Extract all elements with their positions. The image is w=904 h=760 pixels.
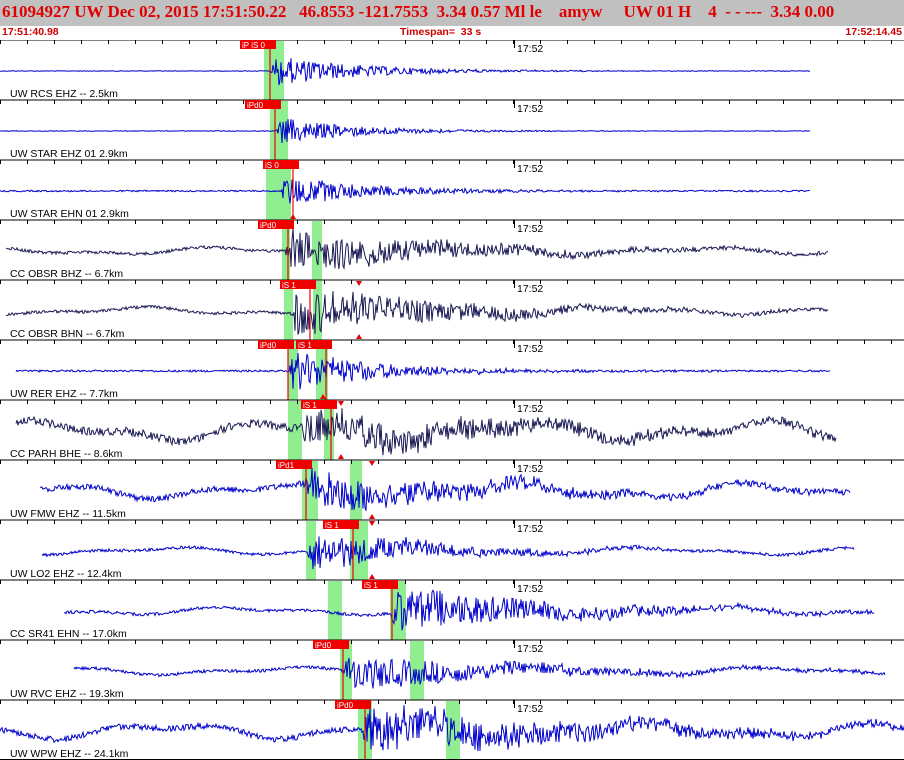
pick-flag-label: iS 0: [265, 161, 279, 170]
minute-marker-label: 17:52: [517, 463, 543, 475]
channel-label: UW RCS EHZ -- 2.5km: [10, 88, 118, 100]
minute-marker-label: 17:52: [517, 223, 543, 235]
pick-window: [328, 581, 342, 640]
waveform-trace: [41, 536, 855, 570]
pick-flag-label: iPd0: [337, 701, 354, 710]
pick-triangle-top: [356, 281, 362, 286]
minute-marker-label: 17:52: [517, 403, 543, 415]
channel-label: CC OBSR BHN -- 6.7km: [10, 328, 125, 340]
minute-marker-label: 17:52: [517, 283, 543, 295]
minute-marker-label: 17:52: [517, 103, 543, 115]
pick-triangle-bottom: [369, 574, 375, 579]
pick-flag-label: iPd0: [315, 641, 332, 650]
timespan-label: Timespan= 33 s: [400, 26, 482, 38]
waveform-trace: [73, 657, 886, 689]
waveform-trace: [6, 228, 829, 271]
waveform-trace: [0, 179, 811, 204]
pick-flag-label: iPd0: [260, 221, 277, 230]
channel-label: CC PARH BHE -- 8.6km: [10, 448, 123, 460]
pick-flag-label: iS 1: [325, 521, 339, 530]
channel-label: UW RER EHZ -- 7.7km: [10, 388, 118, 400]
waveform-trace: [63, 589, 875, 631]
minute-marker-label: 17:52: [517, 43, 543, 55]
channel-label: CC OBSR BHZ -- 6.7km: [10, 268, 123, 280]
channel-label: UW RVC EHZ -- 19.3km: [10, 688, 124, 700]
pick-flag-label: iS 1: [298, 341, 312, 350]
pick-flag-label: iP iS 0: [242, 41, 266, 50]
waveform-trace: [15, 408, 837, 456]
waveform-trace: [0, 119, 811, 144]
waveform-trace: [5, 291, 829, 335]
pick-flag-label: iPd1: [278, 461, 295, 470]
waveform-trace: [15, 352, 831, 390]
minute-marker-label: 17:52: [517, 703, 543, 715]
minute-marker-label: 17:52: [517, 343, 543, 355]
event-title: 61094927 UW Dec 02, 2015 17:51:50.22 46.…: [2, 2, 835, 21]
channel-label: UW STAR EHZ 01 2.9km: [10, 148, 128, 160]
pick-flag-label: iS 1: [364, 581, 378, 590]
event-header-bar: 61094927 UW Dec 02, 2015 17:51:50.22 46.…: [0, 0, 904, 26]
pick-triangle-bottom: [338, 454, 344, 459]
end-time: 17:52:14.45: [845, 26, 902, 38]
pick-triangle-top: [369, 461, 375, 466]
pick-flag-label: iPd0: [247, 101, 264, 110]
pick-triangle-top: [369, 521, 375, 526]
channel-label: UW STAR EHN 01 2.9km: [10, 208, 129, 220]
channel-label: UW WPW EHZ -- 24.1km: [10, 748, 129, 760]
minute-marker-label: 17:52: [517, 643, 543, 655]
pick-flag-label: iPd0: [260, 341, 277, 350]
time-range-bar: 17:51:40.98 Timespan= 33 s 17:52:14.45: [0, 26, 904, 39]
pick-flag-label: iS 1: [282, 281, 296, 290]
pick-triangle-bottom: [369, 514, 375, 519]
pick-triangle-bottom: [356, 334, 362, 339]
seismogram-panel[interactable]: 17:52 iP iS 0 UW RCS EHZ -- 2.5km 17:52 iPd0…: [0, 40, 904, 760]
channel-label: UW FMW EHZ -- 11.5km: [10, 508, 126, 520]
waveform-trace: [40, 467, 851, 511]
waveform-trace: [0, 58, 811, 86]
pick-flag-label: iS 1: [303, 401, 317, 410]
start-time: 17:51:40.98: [2, 26, 59, 38]
minute-marker-label: 17:52: [517, 163, 543, 175]
pick-triangle-top: [338, 401, 344, 406]
minute-marker-label: 17:52: [517, 523, 543, 535]
pick-window: [446, 701, 460, 760]
channel-label: UW LO2 EHZ -- 12.4km: [10, 568, 122, 580]
minute-marker-label: 17:52: [517, 583, 543, 595]
channel-label: CC SR41 EHN -- 17.0km: [10, 628, 127, 640]
